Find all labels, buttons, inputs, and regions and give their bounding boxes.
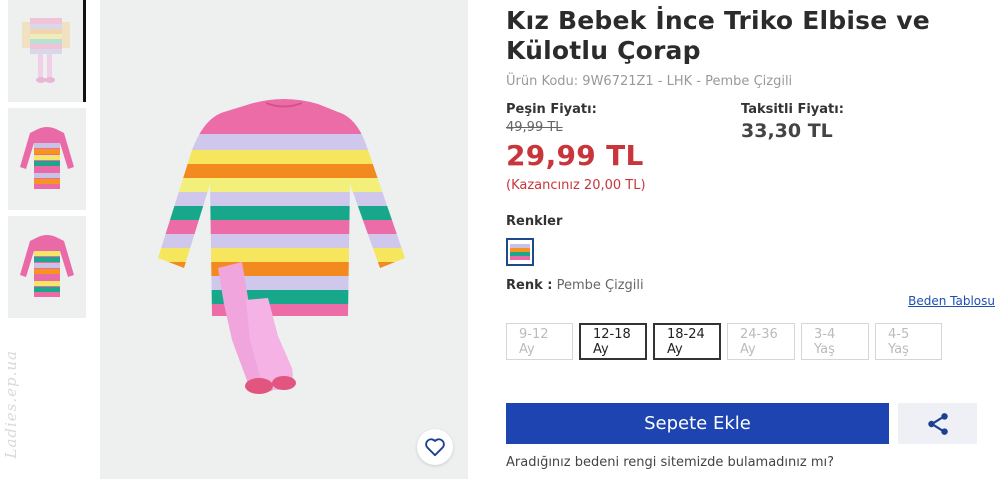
sale-price: 29,99 TL xyxy=(506,139,644,172)
selected-color: Renk : Pembe Çizgili xyxy=(506,278,986,293)
old-price: 49,99 TL xyxy=(506,120,563,135)
saving-text: (Kazancınız 20,00 TL) xyxy=(506,178,646,193)
installment-price-block: Taksitli Fiyatı: 33,30 TL xyxy=(741,102,844,142)
swatch-image xyxy=(510,244,530,260)
thumbnail-3[interactable] xyxy=(8,216,86,318)
size-option[interactable]: 4-5 Yaş xyxy=(875,323,942,360)
thumbnail-image xyxy=(20,235,74,297)
size-option[interactable]: 18-24 Ay xyxy=(653,323,721,360)
installment-price-label: Taksitli Fiyatı: xyxy=(741,102,844,117)
thumbnail-image xyxy=(21,18,70,83)
size-options: 9-12 Ay 12-18 Ay 18-24 Ay 24-36 Ay 3-4 Y… xyxy=(506,323,942,360)
favorite-button[interactable] xyxy=(417,429,453,465)
product-main-image[interactable] xyxy=(100,0,468,479)
color-swatch-pembe-cizgili[interactable] xyxy=(506,238,534,266)
size-option[interactable]: 12-18 Ay xyxy=(579,323,647,360)
share-button[interactable] xyxy=(898,403,977,444)
cash-price-block: Peşin Fiyatı: 49,99 TL 29,99 TL (Kazancı… xyxy=(506,102,646,193)
size-guide-link[interactable]: Beden Tablosu xyxy=(908,294,995,308)
add-to-cart-button[interactable]: Sepete Ekle xyxy=(506,403,889,444)
selected-color-value: Pembe Çizgili xyxy=(556,278,644,293)
thumbnail-2[interactable] xyxy=(8,108,86,210)
selected-color-label: Renk : xyxy=(506,278,553,293)
share-icon xyxy=(927,412,948,435)
product-code: Ürün Kodu: 9W6721Z1 - LHK - Pembe Çizgil… xyxy=(506,74,793,89)
colors-label: Renkler xyxy=(506,214,563,229)
watermark-text: Ladies.ep.ua xyxy=(2,350,20,459)
size-option[interactable]: 24-36 Ay xyxy=(727,323,795,360)
price-block: Peşin Fiyatı: 49,99 TL 29,99 TL (Kazancı… xyxy=(506,102,986,202)
size-request-link[interactable]: Aradığınız bedeni rengi sitemizde bulama… xyxy=(506,455,834,470)
cash-price-label: Peşin Fiyatı: xyxy=(506,102,597,117)
size-option[interactable]: 3-4 Yaş xyxy=(801,323,869,360)
thumbnail-list xyxy=(8,0,88,324)
size-option[interactable]: 9-12 Ay xyxy=(506,323,573,360)
product-title: Kız Bebek İnce Triko Elbise ve Külotlu Ç… xyxy=(506,6,930,65)
thumbnail-image xyxy=(20,127,74,189)
thumbnail-1[interactable] xyxy=(8,0,86,102)
heart-outline-icon xyxy=(425,438,445,457)
product-details: Kız Bebek İnce Triko Elbise ve Külotlu Ç… xyxy=(506,0,995,470)
product-photo xyxy=(158,99,405,394)
installment-price: 33,30 TL xyxy=(741,120,833,142)
